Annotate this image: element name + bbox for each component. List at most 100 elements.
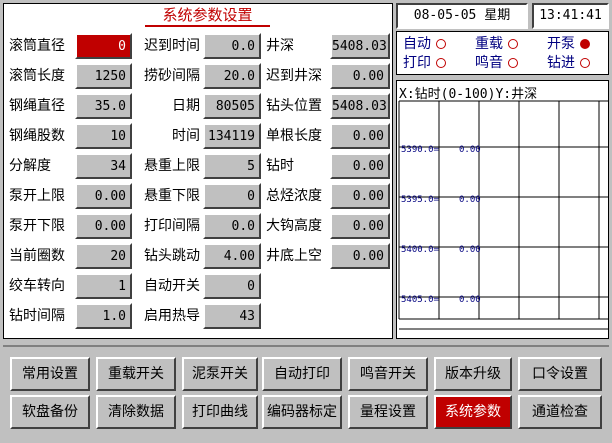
button-row1-4[interactable]: 鸣音开关: [348, 357, 428, 391]
weekday-label: 星期: [484, 8, 511, 23]
trend-value-label: 0.00: [459, 145, 481, 155]
param-label: 泵开上限: [9, 188, 65, 204]
param-value-field[interactable]: 0.0: [203, 213, 261, 239]
param-value-field[interactable]: 35.0: [75, 93, 132, 119]
param-value-field[interactable]: 5408.03: [330, 93, 390, 119]
status-indicator: 鸣音: [475, 55, 518, 71]
param-value-field[interactable]: 0.0: [203, 33, 261, 59]
param-value-field[interactable]: 0.00: [330, 183, 390, 209]
param-label: 钻头位置: [266, 98, 322, 114]
param-label: 打印间隔: [144, 218, 200, 234]
param-value-field[interactable]: 0: [75, 33, 132, 59]
param-value-field[interactable]: 0: [203, 183, 261, 209]
date-display: 08-05-05 星期: [396, 3, 528, 29]
param-value-field[interactable]: 0.00: [330, 243, 390, 269]
param-value-field[interactable]: 10: [75, 123, 132, 149]
param-value-field[interactable]: 134119: [203, 123, 261, 149]
indicator-lamp-icon: [508, 58, 518, 68]
param-value-field[interactable]: 5: [203, 153, 261, 179]
indicator-label: 自动: [403, 36, 431, 52]
param-value-field[interactable]: 5408.03: [330, 33, 390, 59]
param-label: 捞砂间隔: [144, 68, 200, 84]
trend-value-label: 0.00: [459, 195, 481, 205]
param-label: 钻时间隔: [9, 308, 65, 324]
param-value-field[interactable]: 1.0: [75, 303, 132, 329]
indicator-lamp-icon: [436, 39, 446, 49]
param-label: 分解度: [9, 158, 51, 174]
param-value-field[interactable]: 43: [203, 303, 261, 329]
param-label: 迟到井深: [266, 68, 322, 84]
param-label: 悬重上限: [144, 158, 200, 174]
button-row1-6[interactable]: 口令设置: [518, 357, 602, 391]
button-row2-5[interactable]: 系统参数: [434, 395, 512, 429]
trend-depth-label: 5405.0=: [401, 295, 439, 305]
param-value-field[interactable]: 34: [75, 153, 132, 179]
indicator-label: 钻进: [547, 55, 575, 71]
indicator-label: 重载: [475, 36, 503, 52]
param-label: 钻头跳动: [144, 248, 200, 264]
indicator-lamp-icon: [580, 58, 590, 68]
trend-depth-label: 5400.0=: [401, 245, 439, 255]
param-label: 时间: [172, 128, 200, 144]
param-label: 迟到时间: [144, 38, 200, 54]
button-row1-0[interactable]: 常用设置: [10, 357, 90, 391]
button-row2-4[interactable]: 量程设置: [348, 395, 428, 429]
indicator-label: 开泵: [547, 36, 575, 52]
param-label: 自动开关: [144, 278, 200, 294]
indicator-label: 鸣音: [475, 55, 503, 71]
trend-depth-label: 5395.0=: [401, 195, 439, 205]
page-title: 系统参数设置: [145, 5, 270, 27]
param-value-field[interactable]: 0.00: [330, 123, 390, 149]
trend-chart: X:钻时(0-100)Y:井深 5390.0= 0.00 5395.0= 0.00 54…: [396, 80, 609, 339]
param-value-field[interactable]: 0.00: [330, 213, 390, 239]
param-label: 泵开下限: [9, 218, 65, 234]
status-indicators: 自动 重载 开泵打印 鸣音 钻进: [396, 31, 609, 75]
indicator-lamp-icon: [436, 58, 446, 68]
param-value-field[interactable]: 0.00: [75, 213, 132, 239]
param-value-field[interactable]: 0: [203, 273, 261, 299]
indicator-lamp-icon: [508, 39, 518, 49]
status-indicator: 重载: [475, 36, 518, 52]
param-value-field[interactable]: 80505: [203, 93, 261, 119]
button-row1-5[interactable]: 版本升级: [434, 357, 512, 391]
trend-axis-label: X:钻时(0-100)Y:井深: [399, 87, 538, 102]
param-label: 钢绳直径: [9, 98, 65, 114]
param-label: 钻时: [266, 158, 294, 174]
trend-value-label: 0.00: [459, 245, 481, 255]
button-row2-2[interactable]: 打印曲线: [182, 395, 258, 429]
status-indicator: 钻进: [547, 55, 590, 71]
param-value-field[interactable]: 4.00: [203, 243, 261, 269]
button-row1-3[interactable]: 自动打印: [262, 357, 342, 391]
param-value-field[interactable]: 1250: [75, 63, 132, 89]
param-value-field[interactable]: 0.00: [75, 183, 132, 209]
status-indicator: 开泵: [547, 36, 590, 52]
param-label: 日期: [172, 98, 200, 114]
time-display: 13:41:41: [532, 3, 609, 29]
button-row2-1[interactable]: 清除数据: [96, 395, 176, 429]
param-label: 总烃浓度: [266, 188, 322, 204]
param-value-field[interactable]: 0.00: [330, 63, 390, 89]
param-label: 当前圈数: [9, 248, 65, 264]
param-label: 大钩高度: [266, 218, 322, 234]
param-label: 井底上空: [266, 248, 322, 264]
param-label: 滚筒长度: [9, 68, 65, 84]
time-value: 13:41:41: [539, 8, 602, 23]
status-indicator: 自动: [403, 36, 446, 52]
button-row1-1[interactable]: 重载开关: [96, 357, 176, 391]
param-value-field[interactable]: 0.00: [330, 153, 390, 179]
param-value-field[interactable]: 1: [75, 273, 132, 299]
trend-depth-label: 5390.0=: [401, 145, 439, 155]
button-row2-0[interactable]: 软盘备份: [10, 395, 90, 429]
button-row1-2[interactable]: 泥泵开关: [182, 357, 258, 391]
trend-value-label: 0.00: [459, 295, 481, 305]
param-label: 滚筒直径: [9, 38, 65, 54]
date-value: 08-05-05: [413, 8, 477, 23]
param-label: 绞车转向: [9, 278, 65, 294]
button-row2-3[interactable]: 编码器标定: [262, 395, 342, 429]
indicator-label: 打印: [403, 55, 431, 71]
button-row2-6[interactable]: 通道检查: [518, 395, 602, 429]
param-label: 单根长度: [266, 128, 322, 144]
param-value-field[interactable]: 20: [75, 243, 132, 269]
param-label: 钢绳股数: [9, 128, 65, 144]
param-value-field[interactable]: 20.0: [203, 63, 261, 89]
